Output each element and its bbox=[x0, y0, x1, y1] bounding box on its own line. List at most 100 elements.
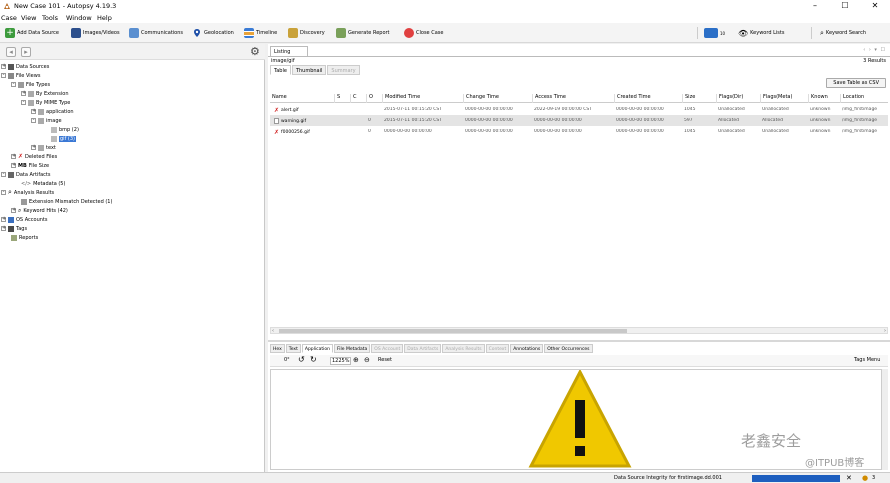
tab-table[interactable]: Table bbox=[270, 65, 291, 75]
keyword-lists-button[interactable]: 👁 Keyword Lists bbox=[738, 26, 784, 40]
column-header-modified-time[interactable]: Modified Time bbox=[382, 94, 463, 103]
zoom-out-icon[interactable]: ⊖ bbox=[364, 356, 370, 364]
tree-item-metadata[interactable]: </> Metadata (5) bbox=[21, 179, 65, 188]
tree-item-file-types[interactable]: - File Types bbox=[11, 80, 50, 89]
tab-other-occurrences[interactable]: Other Occurrences bbox=[544, 344, 593, 353]
menu-view[interactable]: View bbox=[21, 14, 36, 22]
tree-item-reports[interactable]: Reports bbox=[11, 233, 38, 242]
column-header-o[interactable]: O bbox=[366, 94, 382, 103]
tags-menu-button[interactable]: Tags Menu bbox=[854, 357, 880, 363]
tree-item-by-extension[interactable]: + By Extension bbox=[21, 89, 69, 98]
rotate-left-icon[interactable]: ↺ bbox=[298, 355, 305, 364]
table-row-selected[interactable]: warning.gif 0 2015-07-11 00:15:20 CST 00… bbox=[270, 115, 888, 126]
column-header-flags-dir[interactable]: Flags(Dir) bbox=[716, 94, 760, 103]
tree-item-deleted-files[interactable]: + ✗ Deleted Files bbox=[11, 152, 57, 161]
viewer-vertical-scrollbar[interactable] bbox=[882, 369, 888, 470]
generate-report-button[interactable]: Generate Report bbox=[336, 26, 390, 40]
expand-icon[interactable]: + bbox=[31, 145, 36, 150]
collapse-icon[interactable]: - bbox=[21, 100, 26, 105]
tree-item-keyword-hits[interactable]: + ⌕ Keyword Hits (42) bbox=[11, 206, 68, 215]
collapse-icon[interactable]: - bbox=[31, 118, 36, 123]
tree-item-application[interactable]: + application bbox=[31, 107, 74, 116]
scroll-left-icon[interactable]: ‹ bbox=[272, 328, 274, 334]
collapse-icon[interactable]: - bbox=[1, 190, 6, 195]
discovery-button[interactable]: Discovery bbox=[288, 26, 325, 40]
forward-button[interactable]: ▸ bbox=[21, 47, 31, 57]
geolocation-button[interactable]: Geolocation bbox=[192, 26, 234, 40]
zoom-level-field[interactable]: 1225% bbox=[330, 357, 352, 365]
tab-data-artifacts[interactable]: Data Artifacts bbox=[404, 344, 442, 353]
scroll-right-icon[interactable]: › bbox=[884, 328, 886, 334]
close-window-button[interactable]: ✕ bbox=[860, 0, 890, 12]
notifications-button[interactable]: 10 bbox=[704, 26, 725, 40]
rotate-right-icon[interactable]: ↻ bbox=[310, 355, 317, 364]
back-button[interactable]: ◂ bbox=[6, 47, 16, 57]
collapse-icon[interactable]: - bbox=[1, 73, 6, 78]
timeline-button[interactable]: Timeline bbox=[244, 26, 277, 40]
tree-item-bmp[interactable]: bmp (2) bbox=[51, 125, 79, 134]
close-progress-icon[interactable]: ✕ bbox=[846, 474, 852, 482]
menu-tools[interactable]: Tools bbox=[42, 14, 58, 22]
tab-file-metadata[interactable]: File Metadata bbox=[334, 344, 371, 353]
collapse-icon[interactable]: - bbox=[11, 82, 16, 87]
tab-annotations[interactable]: Annotations bbox=[510, 344, 544, 353]
table-row[interactable]: ✗ f0000256.gif 0 0000-00-00 00:00:00 0000… bbox=[270, 126, 888, 137]
maximize-button[interactable]: ☐ bbox=[830, 0, 860, 12]
column-header-created-time[interactable]: Created Time bbox=[614, 94, 682, 103]
column-header-s[interactable]: S bbox=[334, 94, 350, 103]
tree-item-tags[interactable]: + Tags bbox=[1, 224, 27, 233]
expand-icon[interactable]: + bbox=[11, 163, 16, 168]
tab-text[interactable]: Text bbox=[285, 344, 301, 353]
tab-hex[interactable]: Hex bbox=[270, 344, 285, 353]
column-header-known[interactable]: Known bbox=[808, 94, 840, 103]
add-data-source-button[interactable]: + Add Data Source bbox=[5, 26, 59, 40]
expand-icon[interactable]: + bbox=[11, 154, 16, 159]
column-header-name[interactable]: Name bbox=[270, 94, 334, 103]
table-row[interactable]: ✗ alert.gif 2015-07-11 00:15:20 CST 0000-… bbox=[270, 104, 888, 115]
tab-os-account[interactable]: OS Account bbox=[371, 344, 404, 353]
collapse-icon[interactable]: - bbox=[1, 172, 6, 177]
tree-item-os-accounts[interactable]: + OS Accounts bbox=[1, 215, 48, 224]
reset-button[interactable]: Reset bbox=[378, 357, 392, 363]
menu-help[interactable]: Help bbox=[97, 14, 112, 22]
column-header-c[interactable]: C bbox=[350, 94, 366, 103]
column-header-size[interactable]: Size bbox=[682, 94, 716, 103]
column-header-location[interactable]: Location bbox=[840, 94, 888, 103]
table-horizontal-scrollbar[interactable]: ‹ › bbox=[270, 327, 888, 334]
expand-icon[interactable]: + bbox=[1, 217, 6, 222]
zoom-in-icon[interactable]: ⊕ bbox=[353, 356, 359, 364]
tree-item-gif[interactable]: gif (3) bbox=[51, 134, 76, 143]
expand-icon[interactable]: + bbox=[1, 226, 6, 231]
column-header-change-time[interactable]: Change Time bbox=[463, 94, 532, 103]
tree-item-text[interactable]: + text bbox=[31, 143, 56, 152]
close-case-button[interactable]: Close Case bbox=[404, 26, 443, 40]
communications-button[interactable]: Communications bbox=[129, 26, 183, 40]
tab-context[interactable]: Context bbox=[485, 344, 510, 353]
notification-icon[interactable]: ● bbox=[862, 474, 868, 482]
keyword-search-button[interactable]: ⌕ Keyword Search bbox=[820, 26, 866, 40]
tree-item-file-views[interactable]: - File Views bbox=[1, 71, 40, 80]
tree-item-data-sources[interactable]: + Data Sources bbox=[1, 62, 49, 71]
tree-item-file-size[interactable]: + MB File Size bbox=[11, 161, 49, 170]
tab-summary[interactable]: Summary bbox=[327, 65, 360, 75]
gear-icon[interactable]: ⚙ bbox=[250, 46, 260, 57]
column-header-flags-meta[interactable]: Flags(Meta) bbox=[760, 94, 808, 103]
tree-item-by-mime-type[interactable]: - By MIME Type bbox=[21, 98, 70, 107]
save-table-csv-button[interactable]: Save Table as CSV bbox=[826, 78, 886, 88]
listing-nav-icons[interactable]: ‹ › ▾ ☐ bbox=[863, 47, 886, 53]
column-header-access-time[interactable]: Access Time bbox=[532, 94, 614, 103]
tab-listing[interactable]: Listing bbox=[270, 46, 308, 56]
expand-icon[interactable]: + bbox=[31, 109, 36, 114]
pane-splitter[interactable] bbox=[268, 340, 890, 342]
scrollbar-thumb[interactable] bbox=[279, 329, 627, 333]
tab-application[interactable]: Application bbox=[301, 344, 334, 353]
tab-analysis-results[interactable]: Analysis Results bbox=[442, 344, 485, 353]
minimize-button[interactable]: – bbox=[800, 0, 830, 12]
tree-item-analysis-results[interactable]: - ⌕ Analysis Results bbox=[1, 188, 54, 197]
menu-case[interactable]: Case bbox=[1, 14, 17, 22]
tree-item-image[interactable]: - image bbox=[31, 116, 62, 125]
expand-icon[interactable]: + bbox=[11, 208, 16, 213]
ingest-progress-bar[interactable] bbox=[752, 475, 840, 482]
tree-item-extension-mismatch[interactable]: Extension Mismatch Detected (1) bbox=[21, 197, 112, 206]
expand-icon[interactable]: + bbox=[21, 91, 26, 96]
